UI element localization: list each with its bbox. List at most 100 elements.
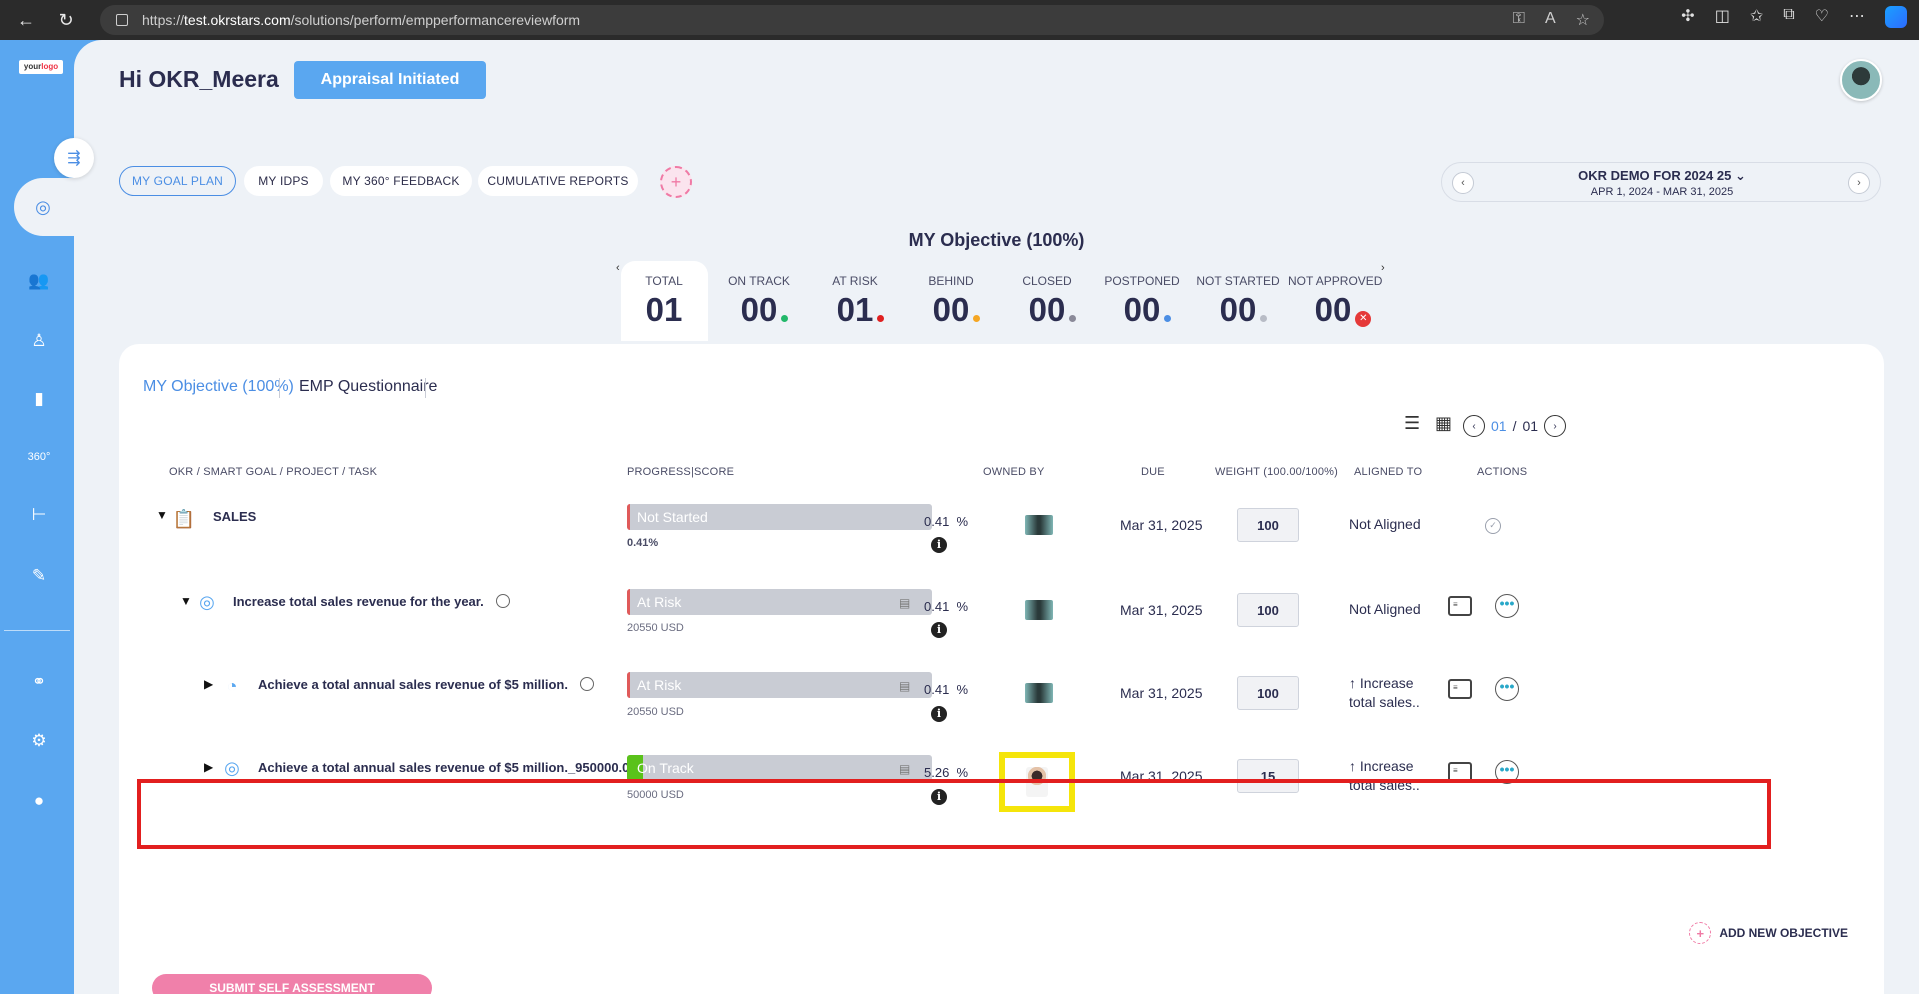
back-icon[interactable]: ← bbox=[12, 6, 40, 34]
copilot-icon[interactable] bbox=[1885, 6, 1907, 28]
sidebar-collapse-button[interactable]: ⇶ bbox=[54, 138, 94, 178]
stat-closed[interactable]: CLOSED 00 bbox=[1002, 274, 1092, 329]
aligned-to[interactable]: ↑ Increase total sales.. bbox=[1349, 674, 1420, 712]
add-new-objective-button[interactable]: + ADD NEW OBJECTIVE bbox=[1689, 922, 1848, 944]
row-name[interactable]: SALES bbox=[213, 509, 256, 524]
address-bar[interactable]: https://test.okrstars.com/solutions/perf… bbox=[100, 5, 1604, 35]
owner-avatar[interactable] bbox=[1025, 515, 1053, 535]
check-circle-icon[interactable]: ✓ bbox=[1485, 518, 1501, 534]
add-tab-button[interactable]: + bbox=[660, 166, 692, 198]
row-name[interactable]: Increase total sales revenue for the yea… bbox=[233, 594, 510, 609]
aligned-line-1: ↑ Increase bbox=[1349, 675, 1414, 691]
more-options-icon[interactable]: ••• bbox=[1495, 594, 1519, 618]
status-dot-icon bbox=[1260, 315, 1268, 322]
col-weight: WEIGHT (100.00/100%) bbox=[1215, 466, 1339, 478]
collections-icon[interactable]: ⧉ bbox=[1783, 6, 1794, 28]
row-expand-icon[interactable]: ▶ bbox=[204, 677, 213, 691]
progress-bar[interactable]: On Track bbox=[627, 755, 932, 781]
highlighted-row-outline bbox=[137, 779, 1771, 849]
col-aligned-to: ALIGNED TO bbox=[1354, 466, 1423, 478]
stat-at-risk[interactable]: AT RISK 01 bbox=[810, 274, 900, 329]
reload-icon[interactable]: ↻ bbox=[52, 6, 80, 34]
team-icon[interactable]: 👥 bbox=[24, 266, 54, 296]
notes-icon[interactable]: ▤ bbox=[899, 762, 913, 776]
read-aloud-icon[interactable]: A bbox=[1545, 10, 1556, 30]
progress-bar[interactable]: At Risk bbox=[627, 589, 932, 615]
period-next-icon[interactable]: › bbox=[1848, 172, 1870, 194]
page-next-icon[interactable]: › bbox=[1544, 415, 1567, 437]
col-name: OKR / SMART GOAL / PROJECT / TASK bbox=[169, 466, 378, 478]
tab-cumulative-reports[interactable]: CUMULATIVE REPORTS bbox=[478, 166, 638, 196]
main-content: Hi OKR_Meera Appraisal Initiated MY GOAL… bbox=[74, 40, 1919, 994]
tab-my-goal-plan[interactable]: MY GOAL PLAN bbox=[119, 166, 236, 196]
weight-input[interactable]: 100 bbox=[1237, 508, 1299, 542]
stat-label: NOT STARTED bbox=[1196, 274, 1280, 288]
split-screen-icon[interactable]: ◫ bbox=[1715, 6, 1730, 28]
book-icon[interactable]: ▮ bbox=[24, 384, 54, 414]
row-expand-icon[interactable]: ▶ bbox=[204, 760, 213, 774]
info-icon[interactable]: i bbox=[931, 706, 947, 722]
chevron-down-icon[interactable]: ⌄ bbox=[1735, 168, 1746, 183]
company-logo: yourlogo bbox=[19, 60, 63, 74]
row-collapse-icon[interactable]: ▼ bbox=[180, 594, 192, 608]
user-avatar[interactable] bbox=[1840, 59, 1882, 101]
scorecard-icon[interactable]: ≡ bbox=[1448, 596, 1472, 616]
stat-postponed[interactable]: POSTPONED 00 bbox=[1097, 274, 1187, 329]
tab-my-idps[interactable]: MY IDPS bbox=[244, 166, 323, 196]
row-name[interactable]: Achieve a total annual sales revenue of … bbox=[258, 677, 594, 692]
key-icon[interactable]: ⚿ bbox=[1513, 10, 1525, 30]
grid-view-icon[interactable]: ▦ bbox=[1435, 413, 1452, 434]
list-view-icon[interactable]: ☰ bbox=[1404, 413, 1420, 434]
feedback-360-icon[interactable]: 360° bbox=[24, 442, 54, 472]
more-options-icon[interactable]: ••• bbox=[1495, 677, 1519, 701]
submit-self-assessment-button[interactable]: SUBMIT SELF ASSESSMENT bbox=[152, 974, 432, 994]
stat-not-started[interactable]: NOT STARTED 00 bbox=[1193, 274, 1283, 329]
extensions-icon[interactable]: ✣ bbox=[1681, 6, 1694, 28]
subtab-emp-questionnaire[interactable]: EMP Questionnaire bbox=[299, 378, 437, 396]
target-icon[interactable]: ◎ bbox=[28, 192, 58, 222]
tab-my-360-feedback[interactable]: MY 360° FEEDBACK bbox=[330, 166, 472, 196]
score-number: 0.41 bbox=[924, 599, 950, 614]
status-dot-icon bbox=[1069, 315, 1077, 322]
hierarchy-icon[interactable]: ⊢ bbox=[24, 500, 54, 530]
favorites-icon[interactable]: ✩ bbox=[1750, 6, 1763, 28]
weight-input[interactable]: 100 bbox=[1237, 593, 1299, 627]
person-chart-icon[interactable]: ♙ bbox=[24, 326, 54, 356]
info-icon[interactable]: i bbox=[931, 622, 947, 638]
row-collapse-icon[interactable]: ▼ bbox=[156, 508, 168, 522]
notes-icon[interactable]: ▤ bbox=[899, 679, 913, 693]
progress-bar[interactable]: Not Started bbox=[627, 504, 932, 530]
progress-status: At Risk bbox=[637, 677, 682, 693]
scorecard-icon[interactable]: ≡ bbox=[1448, 679, 1472, 699]
info-icon[interactable]: i bbox=[931, 537, 947, 553]
progress-bar[interactable]: At Risk bbox=[627, 672, 932, 698]
url-host: test.okrstars.com bbox=[184, 12, 291, 28]
handshake-icon[interactable]: ⚭ bbox=[24, 667, 54, 697]
stats-scroll-right-icon[interactable]: › bbox=[1381, 262, 1385, 274]
aligned-line-1: ↑ Increase bbox=[1349, 758, 1414, 774]
page-total: 01 bbox=[1522, 418, 1539, 434]
score-number: 0.41 bbox=[924, 514, 950, 529]
subtab-my-objective[interactable]: MY Objective (100%) bbox=[143, 378, 294, 396]
health-icon[interactable]: ♡ bbox=[1815, 6, 1829, 28]
stat-behind[interactable]: BEHIND 00 bbox=[906, 274, 996, 329]
weight-input[interactable]: 100 bbox=[1237, 676, 1299, 710]
appraisal-status-button[interactable]: Appraisal Initiated bbox=[294, 61, 486, 99]
period-selector[interactable]: ‹ OKR DEMO FOR 2024 25 ⌄ APR 1, 2024 - M… bbox=[1441, 162, 1881, 202]
more-menu-icon[interactable]: ⋯ bbox=[1849, 6, 1865, 28]
notes-icon[interactable]: ▤ bbox=[899, 596, 913, 610]
owner-avatar[interactable] bbox=[1025, 683, 1053, 703]
stat-value: 00 bbox=[1219, 291, 1257, 328]
stat-on-track[interactable]: ON TRACK 00 bbox=[714, 274, 804, 329]
progress-fill bbox=[627, 589, 630, 615]
user-profile-icon[interactable]: ● bbox=[24, 786, 54, 816]
stat-not-approved[interactable]: NOT APPROVED 00 ✕ bbox=[1288, 274, 1382, 329]
stats-scroll-left-icon[interactable]: ‹ bbox=[616, 262, 620, 274]
row-name[interactable]: Achieve a total annual sales revenue of … bbox=[258, 760, 660, 775]
favorite-star-icon[interactable]: ☆ bbox=[1576, 10, 1590, 30]
settings-gear-icon[interactable]: ⚙ bbox=[24, 726, 54, 756]
report-edit-icon[interactable]: ✎ bbox=[24, 561, 54, 591]
page-prev-icon[interactable]: ‹ bbox=[1463, 415, 1485, 437]
stat-total[interactable]: TOTAL 01 bbox=[619, 274, 709, 329]
owner-avatar[interactable] bbox=[1025, 600, 1053, 620]
